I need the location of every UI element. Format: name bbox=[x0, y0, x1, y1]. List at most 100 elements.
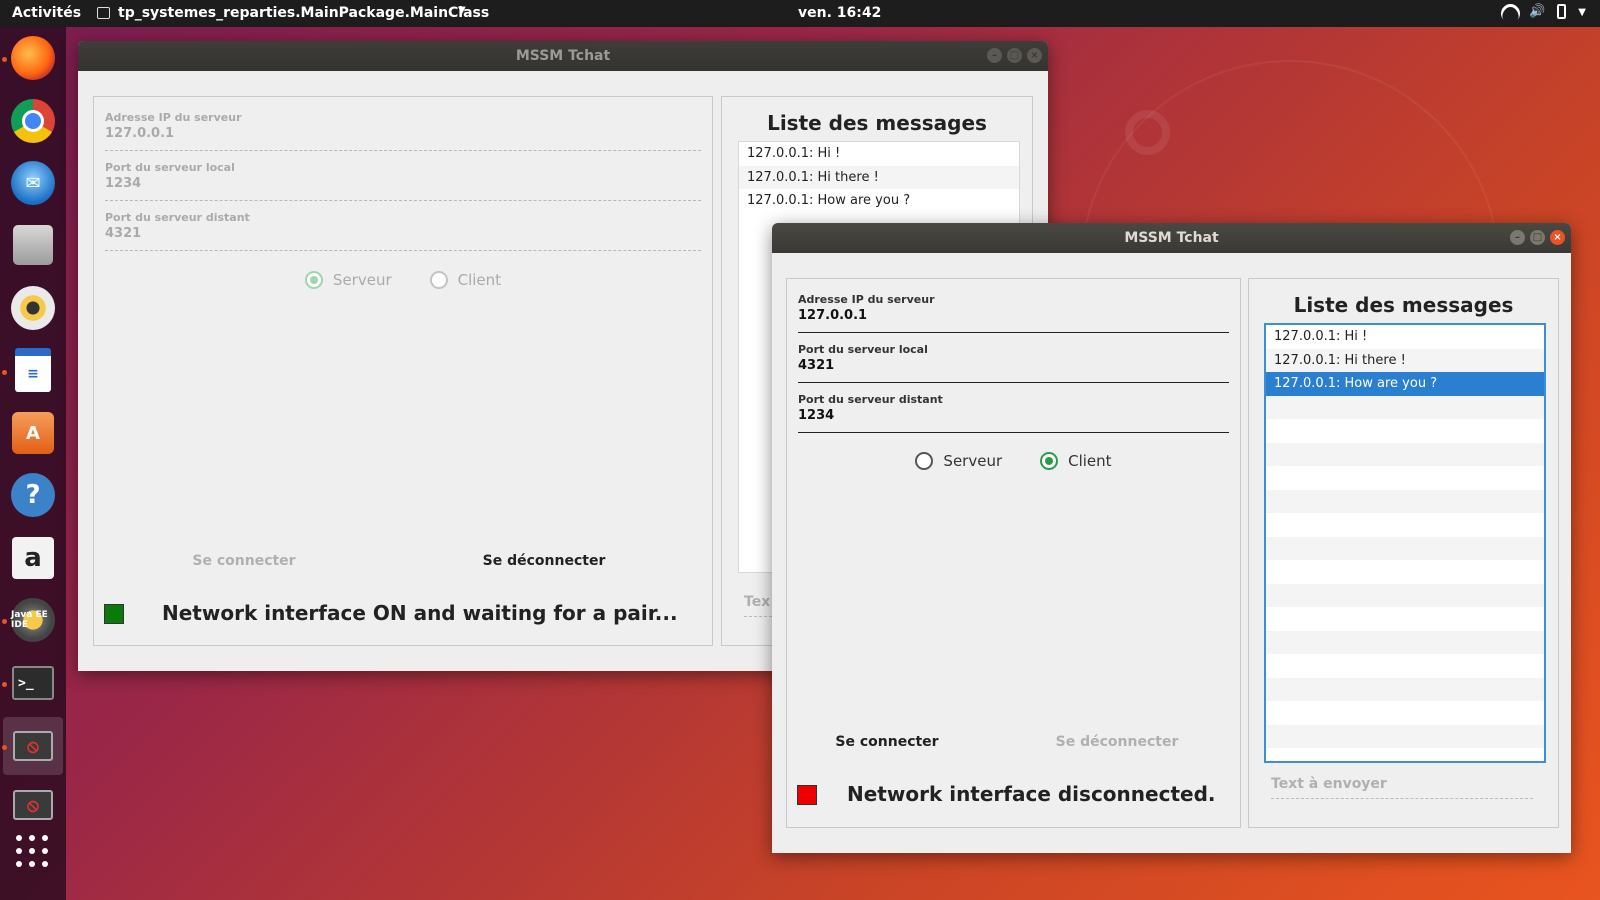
app-menu-caret-icon[interactable]: ▼ bbox=[458, 5, 466, 16]
server-ip-field[interactable]: Adresse IP du serveur 127.0.0.1 bbox=[798, 293, 1229, 333]
window-titlebar[interactable]: MSSM Tchat – □ × bbox=[78, 41, 1048, 71]
show-applications-icon bbox=[16, 835, 50, 869]
field-value: 4321 bbox=[798, 358, 835, 373]
dock-show-applications[interactable] bbox=[8, 827, 58, 877]
dock-writer[interactable]: ≡ bbox=[8, 345, 58, 395]
dock-java-ee-ide[interactable]: Java EE IDE bbox=[8, 595, 58, 645]
amazon-icon: a bbox=[12, 537, 54, 579]
connect-button[interactable]: Se connecter bbox=[174, 553, 314, 569]
dock-rhythmbox[interactable] bbox=[8, 283, 58, 333]
radio-label: Serveur bbox=[332, 271, 392, 289]
files-icon bbox=[13, 225, 53, 265]
activities-button[interactable]: Activités bbox=[12, 5, 81, 21]
ubuntu-software-icon: A bbox=[12, 412, 54, 454]
thunderbird-icon: ✉ bbox=[11, 161, 55, 205]
radio-dot bbox=[304, 271, 323, 289]
dock: ✉ ≡ A ? a Java EE IDE >_ ⦸ ⦸ bbox=[0, 27, 66, 900]
radio-label: Serveur bbox=[943, 452, 1003, 470]
field-label: Adresse IP du serveur bbox=[105, 111, 242, 124]
field-label: Adresse IP du serveur bbox=[798, 293, 935, 306]
local-port-field[interactable]: Port du serveur local 1234 bbox=[105, 161, 701, 201]
radio-label: Client bbox=[457, 271, 502, 289]
maximize-icon[interactable]: □ bbox=[1007, 48, 1022, 63]
dock-chrome[interactable] bbox=[8, 96, 58, 146]
connection-panel: Adresse IP du serveur 127.0.0.1 Port du … bbox=[786, 278, 1241, 828]
wifi-icon bbox=[1501, 4, 1517, 18]
connection-panel: Adresse IP du serveur 127.0.0.1 Port du … bbox=[93, 96, 713, 646]
messages-panel: Liste des messages 127.0.0.1: Hi ! 127.0… bbox=[1248, 278, 1559, 828]
libreoffice-writer-icon: ≡ bbox=[15, 348, 51, 392]
firefox-icon bbox=[11, 36, 55, 80]
field-value: 4321 bbox=[105, 226, 142, 241]
client-radio[interactable]: Client bbox=[1040, 452, 1112, 470]
status-indicator bbox=[797, 785, 817, 805]
java-app-icon: ⦸ bbox=[13, 731, 53, 761]
radio-label: Client bbox=[1068, 452, 1112, 470]
local-port-field[interactable]: Port du serveur local 4321 bbox=[798, 343, 1229, 383]
top-bar: Activités tp_systemes_reparties.MainPack… bbox=[0, 0, 1600, 27]
radio-dot bbox=[429, 271, 448, 289]
clock[interactable]: ven. 16:42 bbox=[798, 5, 881, 21]
window-title: MSSM Tchat bbox=[1124, 230, 1219, 246]
running-indicator bbox=[2, 57, 7, 62]
rhythmbox-icon bbox=[11, 286, 55, 330]
status-message: Network interface disconnected. bbox=[847, 782, 1216, 806]
wallpaper-decoration bbox=[1125, 110, 1170, 155]
dock-thunderbird[interactable]: ✉ bbox=[8, 158, 58, 208]
radio-dot bbox=[915, 452, 934, 470]
list-item-selected[interactable]: 127.0.0.1: How are you ? bbox=[1266, 372, 1544, 396]
help-icon: ? bbox=[11, 473, 55, 517]
server-radio[interactable]: Serveur bbox=[304, 271, 392, 289]
window-titlebar[interactable]: MSSM Tchat – □ × bbox=[772, 223, 1571, 253]
close-icon[interactable]: × bbox=[1550, 230, 1565, 245]
field-value: 1234 bbox=[105, 176, 142, 191]
field-label: Port du serveur local bbox=[105, 161, 235, 174]
maximize-icon[interactable]: □ bbox=[1530, 230, 1545, 245]
list-item[interactable]: 127.0.0.1: Hi there ! bbox=[739, 165, 1019, 189]
message-list[interactable]: 127.0.0.1: Hi ! 127.0.0.1: Hi there ! 12… bbox=[1264, 323, 1546, 763]
window-title: MSSM Tchat bbox=[515, 48, 611, 64]
server-radio[interactable]: Serveur bbox=[915, 452, 1002, 470]
volume-icon: 🔊 bbox=[1529, 4, 1546, 19]
dock-amazon[interactable]: a bbox=[8, 533, 58, 583]
list-item[interactable]: 127.0.0.1: Hi ! bbox=[739, 142, 1019, 166]
remote-port-field[interactable]: Port du serveur distant 1234 bbox=[798, 393, 1229, 433]
app-window-icon bbox=[97, 7, 110, 19]
server-ip-field[interactable]: Adresse IP du serveur 127.0.0.1 bbox=[105, 111, 701, 151]
list-item[interactable]: 127.0.0.1: Hi ! bbox=[1266, 325, 1544, 349]
messages-title: Liste des messages bbox=[1293, 293, 1514, 317]
running-indicator bbox=[2, 682, 7, 687]
field-label: Port du serveur local bbox=[798, 343, 928, 356]
chrome-icon bbox=[11, 99, 55, 143]
minimize-icon[interactable]: – bbox=[987, 48, 1002, 63]
connect-button[interactable]: Se connecter bbox=[817, 734, 957, 750]
list-item[interactable]: 127.0.0.1: Hi there ! bbox=[1266, 348, 1544, 372]
running-indicator bbox=[2, 619, 7, 624]
system-menu-caret-icon: ▼ bbox=[1578, 7, 1586, 18]
dock-java-app[interactable]: ⦸ bbox=[3, 717, 63, 775]
dock-terminal[interactable]: >_ bbox=[8, 658, 58, 708]
disconnect-button[interactable]: Se déconnecter bbox=[464, 553, 624, 569]
system-tray[interactable]: 🔊 ▼ bbox=[1501, 4, 1586, 19]
dock-firefox[interactable] bbox=[8, 33, 58, 83]
dock-software[interactable]: A bbox=[8, 408, 58, 458]
remote-port-field[interactable]: Port du serveur distant 4321 bbox=[105, 211, 701, 251]
status-message: Network interface ON and waiting for a p… bbox=[162, 601, 678, 625]
status-indicator bbox=[104, 604, 124, 624]
field-label: Port du serveur distant bbox=[798, 393, 943, 406]
app-menu[interactable]: tp_systemes_reparties.MainPackage.MainCl… bbox=[118, 5, 489, 21]
mode-radio-group: Serveur Client bbox=[787, 452, 1240, 470]
minimize-icon[interactable]: – bbox=[1510, 230, 1525, 245]
battery-icon bbox=[1557, 4, 1567, 19]
dock-help[interactable]: ? bbox=[8, 470, 58, 520]
client-radio[interactable]: Client bbox=[429, 271, 502, 289]
dock-java-app-2[interactable]: ⦸ bbox=[8, 785, 58, 825]
messages-title: Liste des messages bbox=[767, 111, 987, 135]
disconnect-button[interactable]: Se déconnecter bbox=[1037, 734, 1197, 750]
message-input[interactable]: Text à envoyer bbox=[1271, 776, 1533, 799]
java-app-icon: ⦸ bbox=[13, 790, 53, 820]
dock-files[interactable] bbox=[8, 220, 58, 270]
list-item[interactable]: 127.0.0.1: How are you ? bbox=[739, 189, 1019, 213]
java-ee-ide-icon: Java EE IDE bbox=[11, 598, 55, 642]
close-icon[interactable]: × bbox=[1027, 48, 1042, 63]
